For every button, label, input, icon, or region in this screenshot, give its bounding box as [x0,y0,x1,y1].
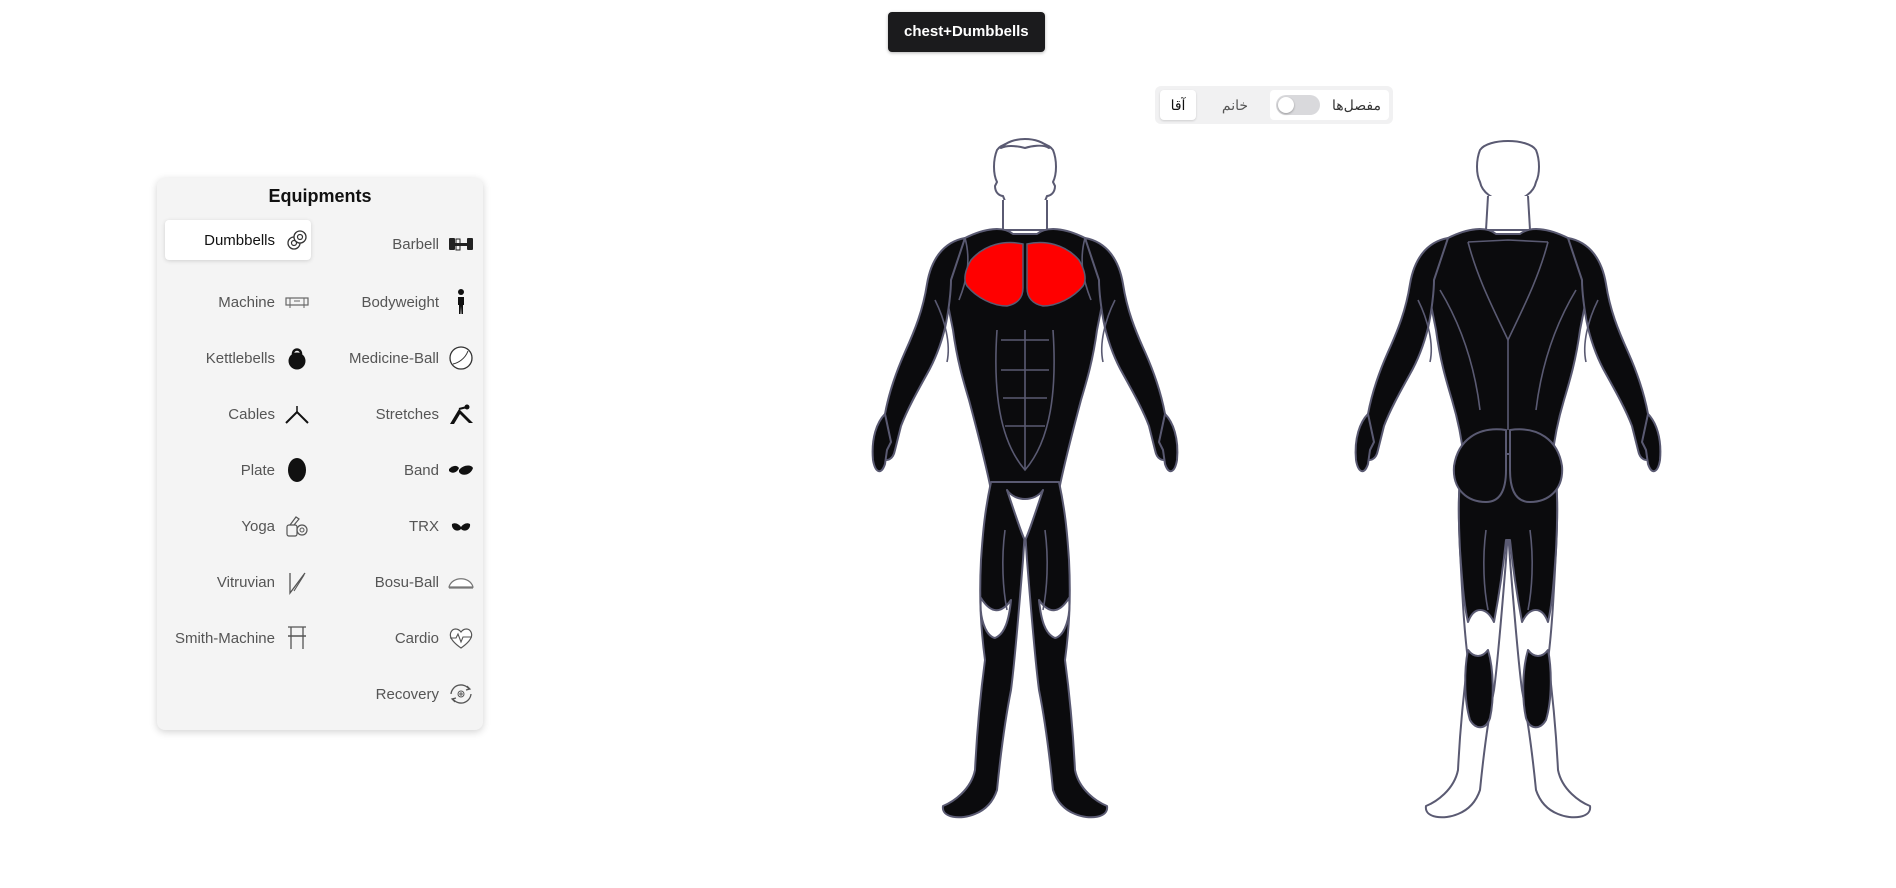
equipment-stretches[interactable]: Stretches [327,394,475,434]
kettlebell-icon [283,344,311,372]
dumbbells-icon [283,226,311,254]
equipment-bosu-ball[interactable]: Bosu-Ball [327,562,475,602]
stretches-icon [447,400,475,428]
equipment-recovery[interactable]: Recovery [327,674,475,714]
equipment-trx[interactable]: TRX [327,506,475,546]
trx-icon [447,512,475,540]
equipment-label: Cardio [394,629,439,647]
joints-control: مفصل‌ها [1270,90,1389,120]
equipment-label: Stretches [375,405,439,423]
equipment-label: Kettlebells [205,349,275,367]
gender-female-button[interactable]: خانم [1207,90,1263,120]
equipment-panel: Equipments Dumbbells Barbell Machine Bod… [157,178,483,730]
equipment-label: TRX [409,517,439,535]
equipment-label: Barbell [392,235,439,253]
equipment-label: Plate [240,461,275,479]
yoga-icon [283,512,311,540]
equipment-smith-machine[interactable]: Smith-Machine [165,618,311,658]
equipment-label: Bodyweight [361,293,439,311]
equipment-kettlebells[interactable]: Kettlebells [165,338,311,378]
machine-icon [283,288,311,316]
equipment-cables[interactable]: Cables [165,394,311,434]
equipment-label: Medicine-Ball [348,349,439,367]
equipment-bodyweight[interactable]: Bodyweight [327,282,475,322]
vitruvian-icon [283,568,311,596]
equipment-barbell[interactable]: Barbell [327,224,475,264]
equipment-label: Band [403,461,439,479]
equipment-plate[interactable]: Plate [165,450,311,490]
bodyweight-icon [447,288,475,316]
equipment-label: Machine [218,293,275,311]
equipment-label: Bosu-Ball [374,573,439,591]
equipment-label: Recovery [375,685,439,703]
equipment-vitruvian[interactable]: Vitruvian [165,562,311,602]
equipment-label: Cables [228,405,275,423]
body-back-figure [1354,140,1662,819]
equipment-panel-title: Equipments [268,186,372,206]
medicine-ball-icon [447,344,475,372]
equipment-label: Vitruvian [216,573,275,591]
equipment-band[interactable]: Band [327,450,475,490]
equipment-cardio[interactable]: Cardio [327,618,475,658]
equipment-label: Yoga [241,517,275,535]
joints-label: مفصل‌ها [1332,97,1381,113]
selection-chip[interactable]: chest+Dumbbells [888,12,1045,52]
bosu-ball-icon [447,568,475,596]
cables-icon [283,400,311,428]
equipment-label: Dumbbells [204,231,275,249]
band-icon [447,456,475,484]
barbell-icon [447,230,475,258]
body-front-figure [871,138,1179,819]
cardio-icon [447,624,475,652]
toggle-knob [1278,97,1294,113]
joints-toggle[interactable] [1276,95,1320,115]
equipment-medicine-ball[interactable]: Medicine-Ball [327,338,475,378]
equipment-label: Smith-Machine [174,629,275,647]
view-controls: آقا خانم مفصل‌ها [1155,86,1393,124]
recovery-icon [447,680,475,708]
plate-icon [283,456,311,484]
smith-machine-icon [283,624,311,652]
equipment-machine[interactable]: Machine [165,282,311,322]
equipment-dumbbells[interactable]: Dumbbells [165,220,311,260]
equipment-yoga[interactable]: Yoga [165,506,311,546]
gender-male-button[interactable]: آقا [1160,90,1196,120]
